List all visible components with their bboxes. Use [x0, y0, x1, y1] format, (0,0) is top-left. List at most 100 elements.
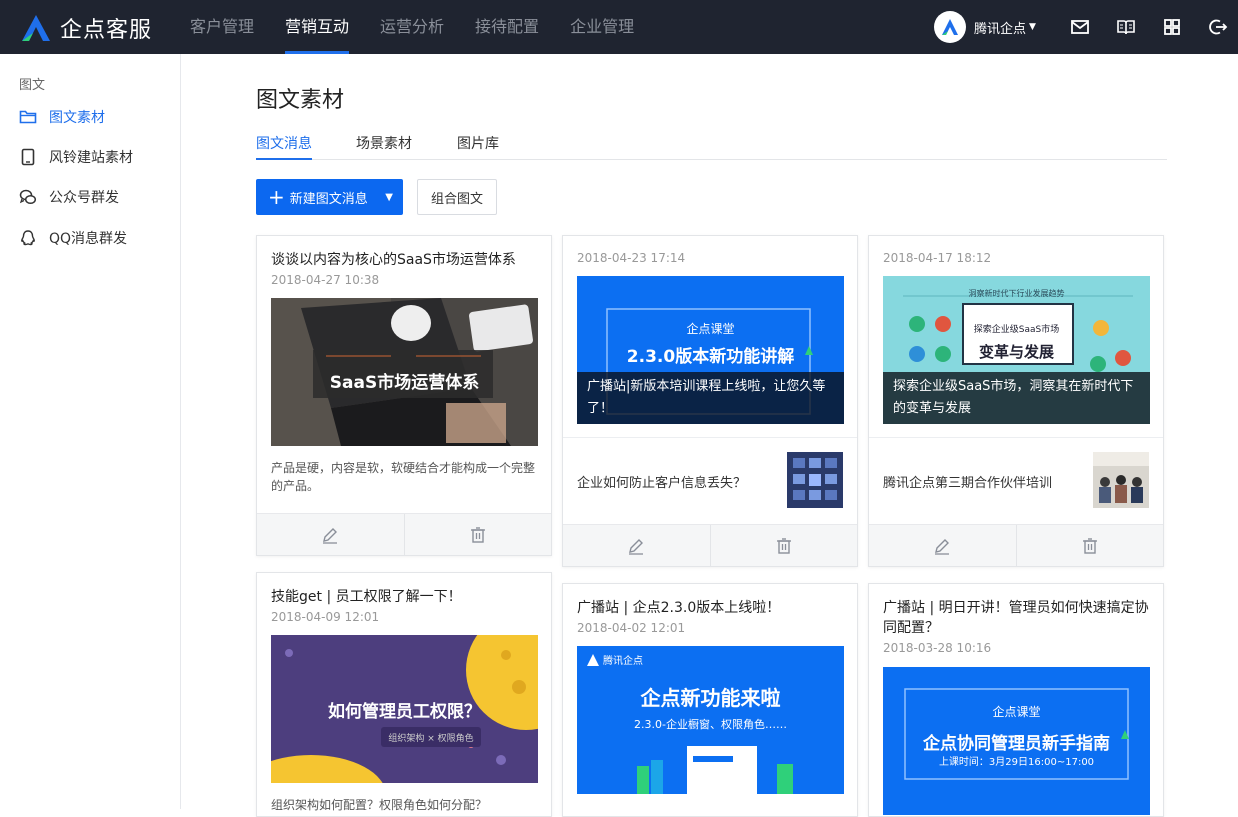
sidebar-item-wechat-broadcast[interactable]: 公众号群发 — [19, 187, 119, 207]
sidebar-item-label: 图文素材 — [49, 110, 105, 126]
card-date: 2018-03-28 10:16 — [883, 641, 992, 655]
card-date: 2018-04-27 10:38 — [271, 273, 380, 287]
card-title: 技能get | 员工权限了解一下！ — [271, 589, 462, 605]
cover-subtitle: 2.3.0-企业橱窗、权限角色…… — [634, 718, 787, 731]
trash-icon — [776, 537, 791, 554]
tab-scene-material[interactable]: 场景素材 — [356, 133, 412, 160]
delete-button[interactable] — [1015, 525, 1164, 566]
book-icon[interactable] — [1116, 17, 1136, 37]
tab-graphic-messages[interactable]: 图文消息 — [256, 133, 312, 160]
nav-enterprise[interactable]: 企业管理 — [570, 0, 634, 54]
sub-article-thumbnail — [1093, 452, 1149, 508]
top-navbar: 企点客服 客户管理 营销互动 运营分析 接待配置 企业管理 腾讯企点 ▼ — [0, 0, 1238, 54]
sub-article-title: 腾讯企点第三期合作伙伴培训 — [883, 476, 1053, 491]
page-title: 图文素材 — [256, 88, 345, 113]
cover-subtitle: 探索企业级SaaS市场 — [973, 325, 1060, 335]
qq-icon — [21, 230, 35, 246]
card-date: 2018-04-17 18:12 — [883, 251, 992, 265]
edit-button[interactable] — [563, 525, 710, 566]
main-nav: 客户管理 营销互动 运营分析 接待配置 企业管理 — [190, 0, 665, 54]
combine-graphic-button[interactable]: 组合图文 — [417, 179, 497, 215]
pencil-icon — [323, 527, 338, 544]
sidebar-item-qq-broadcast[interactable]: QQ消息群发 — [19, 228, 127, 248]
logout-icon[interactable] — [1208, 17, 1228, 37]
mail-icon[interactable] — [1070, 17, 1090, 37]
security-thumbnail — [787, 452, 843, 508]
cover-caption: 广播站|新版本培训课程上线啦，让您久等了！ — [577, 372, 844, 424]
article-card[interactable]: 广播站 | 企点2.3.0版本上线啦！ 2018-04-02 12:01 腾讯企… — [562, 583, 858, 817]
nav-marketing[interactable]: 营销互动 — [285, 0, 350, 54]
card-cover-image: 企点课堂 企点协同管理员新手指南 上课时间：3月29日16:00~17:00 — [883, 667, 1150, 815]
tab-bar: 图文消息 场景素材 图片库 — [256, 133, 1167, 160]
article-card[interactable]: 广播站 | 明日开讲！管理员如何快速搞定协同配置？ 2018-03-28 10:… — [868, 583, 1164, 817]
new-graphic-message-button[interactable]: + 新建图文消息 ▼ — [256, 179, 403, 215]
article-card[interactable]: 谈谈以内容为核心的SaaS市场运营体系 2018-04-27 10:38 Saa… — [256, 235, 552, 556]
app-name: 企点客服 — [60, 18, 153, 43]
sub-article-row[interactable]: 企业如何防止客户信息丢失？ — [563, 437, 857, 523]
card-date: 2018-04-02 12:01 — [577, 621, 686, 635]
card-title: 广播站 | 明日开讲！管理员如何快速搞定协同配置？ — [883, 600, 1149, 636]
card-description: 产品是硬，内容是软，软硬结合才能构成一个完整的产品。 — [271, 461, 536, 493]
card-actions — [869, 524, 1163, 566]
folder-icon — [19, 110, 37, 124]
card-actions — [257, 513, 551, 555]
article-card[interactable]: 技能get | 员工权限了解一下！ 2018-04-09 12:01 如何管理员… — [256, 572, 552, 817]
training-photo-thumbnail — [1093, 452, 1149, 508]
cover-title: 变革与发展 — [978, 343, 1054, 361]
tablet-icon — [21, 148, 35, 166]
sidebar-item-graphic-material[interactable]: 图文素材 — [19, 107, 105, 127]
avatar-logo-icon — [942, 19, 958, 35]
card-cover-image: SaaS市场运营体系 — [271, 298, 538, 446]
cover-brand: 腾讯企点 — [603, 656, 643, 667]
chevron-down-icon[interactable]: ▼ — [385, 192, 393, 203]
new-button-label: 新建图文消息 — [289, 191, 368, 207]
sidebar-item-label: 公众号群发 — [49, 190, 119, 206]
cover-subtitle: 组织架构 × 权限角色 — [388, 734, 474, 744]
tab-image-library[interactable]: 图片库 — [457, 133, 499, 160]
sidebar-item-label: 风铃建站素材 — [49, 150, 133, 166]
nav-customer[interactable]: 客户管理 — [190, 0, 254, 54]
delete-button[interactable] — [709, 525, 858, 566]
wechat-icon — [19, 189, 37, 205]
nav-analytics[interactable]: 运营分析 — [380, 0, 444, 54]
user-name: 腾讯企点 — [974, 21, 1027, 37]
sidebar: 图文 图文素材 风铃建站素材 公众号群发 QQ消息群发 — [0, 54, 181, 809]
cover-subtitle: 企点课堂 — [992, 705, 1041, 719]
user-menu[interactable]: 腾讯企点 ▼ — [934, 11, 1036, 43]
nav-reception[interactable]: 接待配置 — [475, 0, 539, 54]
sub-article-row[interactable]: 腾讯企点第三期合作伙伴培训 — [869, 437, 1163, 523]
sidebar-heading: 图文 — [19, 78, 46, 93]
cover-text: SaaS市场运营体系 — [329, 373, 480, 393]
app-logo[interactable]: 企点客服 — [18, 12, 152, 44]
card-cover-image: 企点课堂 2.3.0版本新功能讲解 广播站|新版本培训课程上线啦，让您久等了！ — [577, 276, 844, 424]
sidebar-item-label: QQ消息群发 — [49, 231, 128, 247]
edit-button[interactable] — [257, 514, 404, 555]
card-title: 谈谈以内容为核心的SaaS市场运营体系 — [271, 252, 516, 268]
pencil-icon — [935, 538, 950, 555]
sub-article-title: 企业如何防止客户信息丢失？ — [577, 476, 747, 491]
cover-time: 上课时间：3月29日16:00~17:00 — [938, 757, 1095, 768]
logo-mark-icon — [22, 15, 50, 41]
card-date: 2018-04-09 12:01 — [271, 610, 380, 624]
cover-title: 2.3.0版本新功能讲解 — [626, 347, 795, 367]
article-card[interactable]: 2018-04-23 17:14 企点课堂 2.3.0版本新功能讲解 广播站|新… — [562, 235, 858, 567]
pencil-icon — [629, 538, 644, 555]
card-cover-image: 腾讯企点 企点新功能来啦 2.3.0-企业橱窗、权限角色…… — [577, 646, 844, 794]
chevron-down-icon: ▼ — [1029, 22, 1036, 32]
apps-grid-icon[interactable] — [1162, 17, 1182, 37]
cover-title: 企点协同管理员新手指南 — [923, 734, 1110, 754]
plus-icon: + — [268, 185, 285, 209]
cover-title: 如何管理员工权限？ — [328, 702, 481, 722]
card-cover-image: 洞察新时代下行业发展趋势 探索企业级SaaS市场 变革与发展 探索企业级SaaS… — [883, 276, 1150, 424]
cover-subtitle: 企点课堂 — [686, 322, 735, 336]
edit-button[interactable] — [869, 525, 1016, 566]
sub-article-thumbnail — [787, 452, 843, 508]
sidebar-item-fengling[interactable]: 风铃建站素材 — [19, 147, 133, 167]
cover-tagline: 洞察新时代下行业发展趋势 — [968, 289, 1065, 298]
trash-icon — [1082, 537, 1097, 554]
card-actions — [563, 524, 857, 566]
avatar — [934, 11, 966, 43]
trash-icon — [470, 526, 485, 543]
delete-button[interactable] — [403, 514, 552, 555]
article-card[interactable]: 2018-04-17 18:12 洞察新时代下行业发展趋势 探索企业级SaaS市… — [868, 235, 1164, 567]
